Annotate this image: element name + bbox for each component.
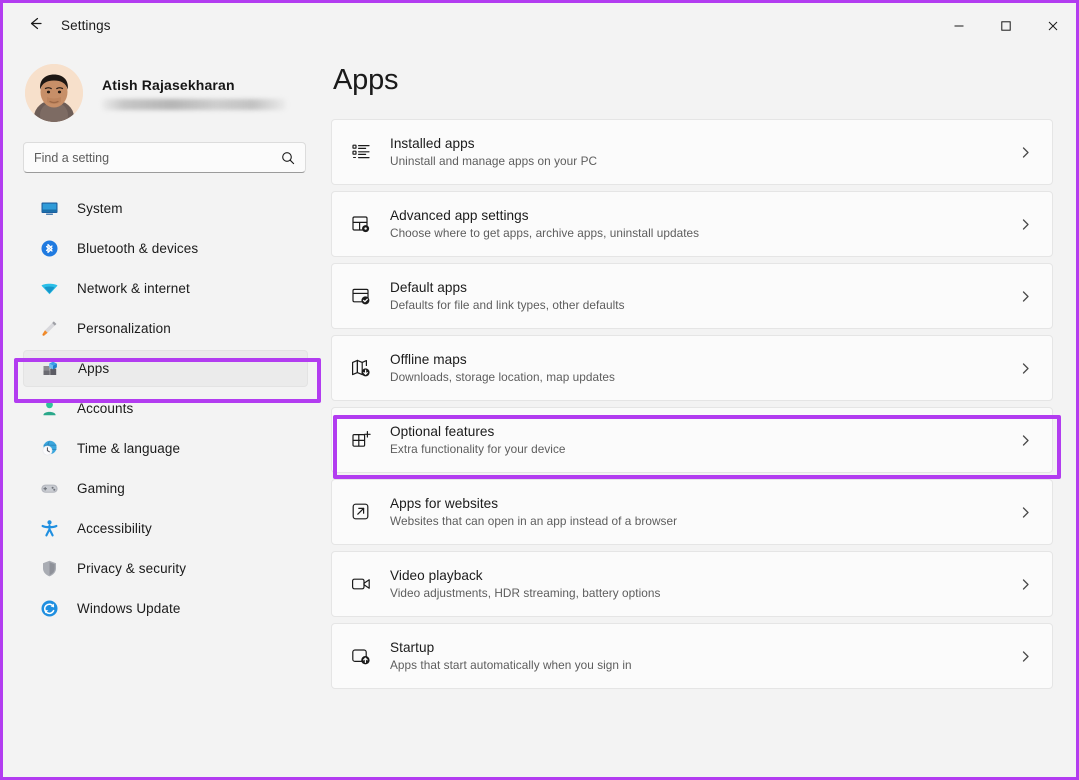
- card-subtitle: Apps that start automatically when you s…: [390, 658, 632, 672]
- chevron-right-icon[interactable]: [1019, 506, 1032, 519]
- sidebar-item-label: System: [77, 201, 123, 216]
- account-email-redacted: [102, 98, 286, 110]
- card-subtitle: Websites that can open in an app instead…: [390, 514, 678, 528]
- card-title: Offline maps: [390, 352, 467, 367]
- close-button[interactable]: [1029, 3, 1076, 48]
- chevron-right-icon[interactable]: [1019, 578, 1032, 591]
- bluetooth-icon: [39, 239, 59, 259]
- card-video-playback[interactable]: Video playback Video adjustments, HDR st…: [331, 551, 1053, 617]
- card-title: Installed apps: [390, 136, 475, 151]
- back-button[interactable]: [17, 11, 53, 41]
- avatar: [25, 64, 83, 122]
- sidebar-item-personalization[interactable]: Personalization: [23, 310, 308, 347]
- card-title: Startup: [390, 640, 435, 655]
- account-name: Atish Rajasekharan: [102, 76, 235, 93]
- sidebar-item-label: Bluetooth & devices: [77, 241, 199, 256]
- minimize-button[interactable]: [935, 3, 982, 48]
- card-apps-for-websites[interactable]: Apps for websites Websites that can open…: [331, 479, 1053, 545]
- sidebar-nav: System Bluetooth & devices Network & int…: [3, 190, 328, 627]
- window-controls: [935, 3, 1076, 48]
- card-offline-maps[interactable]: Offline maps Downloads, storage location…: [331, 335, 1053, 401]
- chevron-right-icon[interactable]: [1019, 218, 1032, 231]
- chevron-right-icon[interactable]: [1019, 146, 1032, 159]
- sidebar-item-label: Apps: [78, 361, 110, 376]
- card-subtitle: Uninstall and manage apps on your PC: [390, 154, 598, 168]
- titlebar: Settings: [3, 3, 1076, 48]
- chevron-right-icon[interactable]: [1019, 290, 1032, 303]
- card-subtitle: Extra functionality for your device: [390, 442, 566, 456]
- card-subtitle: Defaults for file and link types, other …: [390, 298, 625, 312]
- video-camera-icon: [348, 571, 374, 597]
- startup-icon: [348, 643, 374, 669]
- monitor-icon: [39, 199, 59, 219]
- sidebar-item-bluetooth-devices[interactable]: Bluetooth & devices: [23, 230, 308, 267]
- back-arrow-icon: [27, 15, 44, 37]
- person-icon: [39, 399, 59, 419]
- sidebar-item-time-language[interactable]: Time & language: [23, 430, 308, 467]
- sidebar-item-label: Network & internet: [77, 281, 190, 296]
- card-subtitle: Choose where to get apps, archive apps, …: [390, 226, 700, 240]
- sidebar-item-label: Accessibility: [77, 521, 152, 536]
- sidebar-item-label: Gaming: [77, 481, 125, 496]
- wifi-icon: [39, 279, 59, 299]
- search-icon: [281, 151, 295, 165]
- chevron-right-icon[interactable]: [1019, 362, 1032, 375]
- apps-icon: [40, 359, 60, 379]
- card-title: Default apps: [390, 280, 467, 295]
- card-optional-features[interactable]: Optional features Extra functionality fo…: [331, 407, 1053, 473]
- external-link-icon: [348, 499, 374, 525]
- settings-window: Settings Atish Rajasekharan Find a setti…: [0, 0, 1079, 780]
- titlebar-title: Settings: [61, 18, 111, 33]
- list-icon: [348, 139, 374, 165]
- sidebar-item-privacy-security[interactable]: Privacy & security: [23, 550, 308, 587]
- shield-icon: [39, 559, 59, 579]
- sidebar-item-label: Time & language: [77, 441, 181, 456]
- card-title: Advanced app settings: [390, 208, 529, 223]
- window-check-icon: [348, 283, 374, 309]
- card-title: Video playback: [390, 568, 483, 583]
- clock-globe-icon: [39, 439, 59, 459]
- settings-card-list: Installed apps Uninstall and manage apps…: [328, 119, 1076, 689]
- sidebar-item-windows-update[interactable]: Windows Update: [23, 590, 308, 627]
- chevron-right-icon[interactable]: [1019, 434, 1032, 447]
- card-title: Optional features: [390, 424, 495, 439]
- maximize-button[interactable]: [982, 3, 1029, 48]
- card-advanced-app-settings[interactable]: Advanced app settings Choose where to ge…: [331, 191, 1053, 257]
- update-icon: [39, 599, 59, 619]
- sidebar-item-accounts[interactable]: Accounts: [23, 390, 308, 427]
- account-summary[interactable]: Atish Rajasekharan: [3, 52, 328, 124]
- sidebar-item-network-internet[interactable]: Network & internet: [23, 270, 308, 307]
- paintbrush-icon: [39, 319, 59, 339]
- sidebar-item-label: Accounts: [77, 401, 134, 416]
- search-box[interactable]: [23, 142, 306, 173]
- card-title: Apps for websites: [390, 496, 499, 511]
- search-input[interactable]: [34, 150, 281, 165]
- sidebar-item-label: Windows Update: [77, 601, 181, 616]
- grid-plus-icon: [348, 427, 374, 453]
- card-startup[interactable]: Startup Apps that start automatically wh…: [331, 623, 1053, 689]
- card-subtitle: Downloads, storage location, map updates: [390, 370, 615, 384]
- sidebar-item-gaming[interactable]: Gaming: [23, 470, 308, 507]
- chevron-right-icon[interactable]: [1019, 650, 1032, 663]
- main-content: Apps Installed apps Uninstall and manage…: [328, 48, 1076, 777]
- sidebar-item-label: Personalization: [77, 321, 171, 336]
- map-download-icon: [348, 355, 374, 381]
- card-subtitle: Video adjustments, HDR streaming, batter…: [390, 586, 661, 600]
- page-title: Apps: [333, 64, 399, 96]
- sidebar: Atish Rajasekharan Find a setting System…: [3, 48, 328, 777]
- window-gear-icon: [348, 211, 374, 237]
- accessibility-icon: [39, 519, 59, 539]
- sidebar-item-label: Privacy & security: [77, 561, 187, 576]
- sidebar-item-accessibility[interactable]: Accessibility: [23, 510, 308, 547]
- sidebar-item-system[interactable]: System: [23, 190, 308, 227]
- gamepad-icon: [39, 479, 59, 499]
- card-default-apps[interactable]: Default apps Defaults for file and link …: [331, 263, 1053, 329]
- card-installed-apps[interactable]: Installed apps Uninstall and manage apps…: [331, 119, 1053, 185]
- sidebar-item-apps[interactable]: Apps: [23, 350, 308, 387]
